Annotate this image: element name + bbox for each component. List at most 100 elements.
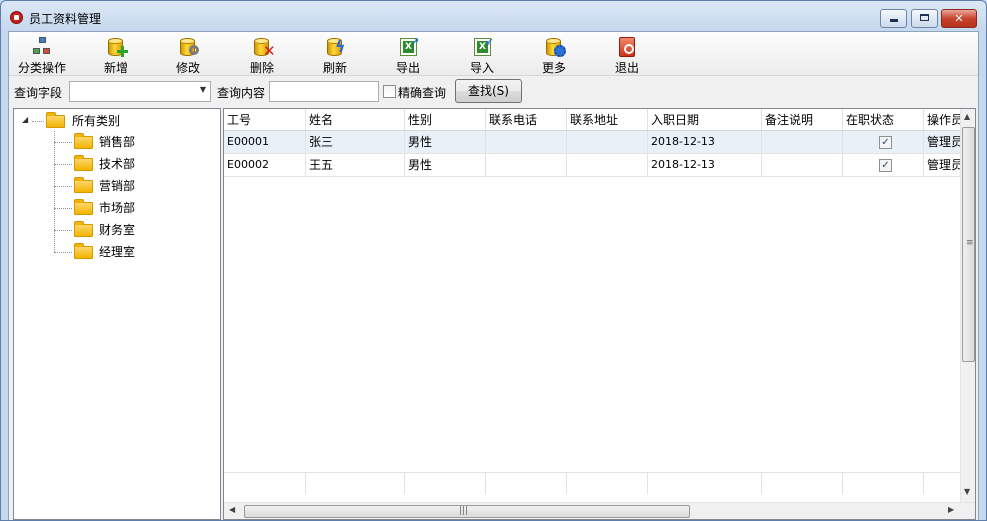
- cell-gender: 男性: [405, 131, 486, 153]
- cell-address: [567, 154, 648, 176]
- horizontal-scrollbar[interactable]: ◀ ||| ▶: [224, 502, 975, 519]
- tree-node-child[interactable]: 技术部: [14, 154, 214, 174]
- scroll-down-icon[interactable]: ▼: [964, 487, 970, 496]
- active-checkbox[interactable]: ✓: [879, 136, 892, 149]
- client-area: 分类操作 新增 修改 ✕ 删除 ϟ 刷新 ↗ 导出: [8, 31, 979, 520]
- folder-icon: [74, 177, 93, 193]
- column-header-hire-date[interactable]: 入职日期: [648, 109, 762, 130]
- export-button[interactable]: ↗ 导出: [375, 33, 441, 75]
- cell-phone: [486, 131, 567, 153]
- scroll-right-icon[interactable]: ▶: [948, 505, 954, 514]
- cell-hire-date: 2018-12-13: [648, 131, 762, 153]
- cell-id: E00001: [224, 131, 306, 153]
- footer-cell: [405, 473, 486, 494]
- active-checkbox[interactable]: ✓: [879, 159, 892, 172]
- query-field-select[interactable]: ▼: [69, 81, 211, 102]
- minimize-button[interactable]: [880, 9, 907, 28]
- exact-query-checkbox[interactable]: [383, 85, 396, 98]
- main-window: 员工资料管理 ✕ 分类操作 新增 修改 ✕ 删除 ϟ 刷新 X ↗ 导出 X ↙…: [0, 0, 987, 521]
- title-bar[interactable]: 员工资料管理 ✕: [1, 1, 986, 31]
- category-tree-icon: [30, 36, 54, 58]
- tree-node-child[interactable]: 市场部: [14, 198, 214, 218]
- excel-import-icon: ↙: [470, 36, 494, 58]
- cell-id: E00002: [224, 154, 306, 176]
- exact-query-label: 精确查询: [398, 86, 447, 100]
- horizontal-scroll-thumb[interactable]: |||: [244, 505, 690, 518]
- close-button[interactable]: ✕: [941, 9, 977, 28]
- cell-note: [762, 131, 843, 153]
- edit-database-icon: [176, 36, 200, 58]
- vertical-scrollbar[interactable]: ▲ ≡ ▼: [960, 109, 975, 502]
- cell-address: [567, 131, 648, 153]
- edit-label: 修改: [175, 61, 200, 75]
- footer-cell: [224, 473, 306, 494]
- add-label: 新增: [103, 61, 128, 75]
- tree-node-label: 财务室: [99, 223, 136, 237]
- cell-status: ✓: [843, 131, 924, 153]
- more-button[interactable]: 更多: [521, 33, 587, 75]
- table-row[interactable]: E00002 王五 男性 2018-12-13 ✓ 管理员: [224, 154, 964, 177]
- cell-operator: 管理员: [924, 154, 964, 176]
- app-icon: [10, 11, 23, 24]
- toolbar: 分类操作 新增 修改 ✕ 删除 ϟ 刷新 ↗ 导出: [9, 32, 978, 76]
- add-button[interactable]: 新增: [83, 33, 149, 75]
- column-header-status[interactable]: 在职状态: [843, 109, 924, 130]
- vertical-scroll-thumb[interactable]: ≡: [962, 127, 975, 362]
- tree-node-root[interactable]: 所有类别: [14, 111, 214, 131]
- folder-icon: [74, 199, 93, 215]
- close-icon: ✕: [954, 12, 964, 25]
- refresh-button[interactable]: ϟ 刷新: [302, 33, 368, 75]
- tree-node-label: 经理室: [99, 245, 136, 259]
- cell-gender: 男性: [405, 154, 486, 176]
- cell-name: 王五: [306, 154, 405, 176]
- query-content-input[interactable]: [269, 81, 379, 102]
- column-header-phone[interactable]: 联系电话: [486, 109, 567, 130]
- scroll-left-icon[interactable]: ◀: [229, 505, 235, 514]
- cell-phone: [486, 154, 567, 176]
- search-button[interactable]: 查找(S): [455, 79, 522, 103]
- edit-button[interactable]: 修改: [155, 33, 221, 75]
- query-content-label: 查询内容: [217, 86, 266, 100]
- column-header-name[interactable]: 姓名: [306, 109, 405, 130]
- add-database-icon: [104, 36, 128, 58]
- cell-hire-date: 2018-12-13: [648, 154, 762, 176]
- footer-cell: [648, 473, 762, 494]
- delete-database-icon: ✕: [250, 36, 276, 59]
- cell-operator: 管理员: [924, 131, 964, 153]
- folder-icon: [74, 243, 93, 259]
- tree-node-child[interactable]: 财务室: [14, 220, 214, 240]
- folder-icon: [74, 155, 93, 171]
- maximize-icon: [920, 14, 929, 21]
- tree-node-child[interactable]: 经理室: [14, 242, 214, 262]
- import-button[interactable]: ↙ 导入: [449, 33, 515, 75]
- refresh-label: 刷新: [322, 61, 347, 75]
- folder-icon: [74, 133, 93, 149]
- exit-button[interactable]: 退出: [594, 33, 660, 75]
- column-header-id[interactable]: 工号: [224, 109, 306, 130]
- exit-icon: [615, 36, 639, 58]
- column-header-address[interactable]: 联系地址: [567, 109, 648, 130]
- export-label: 导出: [395, 61, 420, 75]
- column-header-note[interactable]: 备注说明: [762, 109, 843, 130]
- folder-icon: [46, 112, 65, 128]
- column-header-gender[interactable]: 性别: [405, 109, 486, 130]
- tree-node-label: 市场部: [99, 201, 136, 215]
- tree-node-label: 销售部: [99, 135, 136, 149]
- window-title: 员工资料管理: [29, 12, 102, 26]
- footer-cell: [486, 473, 567, 494]
- column-header-operator[interactable]: 操作员: [924, 109, 964, 130]
- tree-node-child[interactable]: 销售部: [14, 132, 214, 152]
- category-button[interactable]: 分类操作: [9, 33, 75, 75]
- scroll-up-icon[interactable]: ▲: [964, 112, 970, 121]
- footer-cell: [762, 473, 843, 494]
- tree-node-label: 营销部: [99, 179, 136, 193]
- tree-node-child[interactable]: 营销部: [14, 176, 214, 196]
- maximize-button[interactable]: [911, 9, 938, 28]
- table-row[interactable]: E00001 张三 男性 2018-12-13 ✓ 管理员: [224, 131, 964, 154]
- grip-icon: ≡: [966, 238, 974, 248]
- delete-button[interactable]: ✕ 删除: [229, 33, 295, 75]
- grid-footer-row: [224, 472, 960, 494]
- more-settings-icon: [542, 36, 566, 58]
- minimize-icon: [889, 19, 898, 22]
- exit-label: 退出: [614, 61, 639, 75]
